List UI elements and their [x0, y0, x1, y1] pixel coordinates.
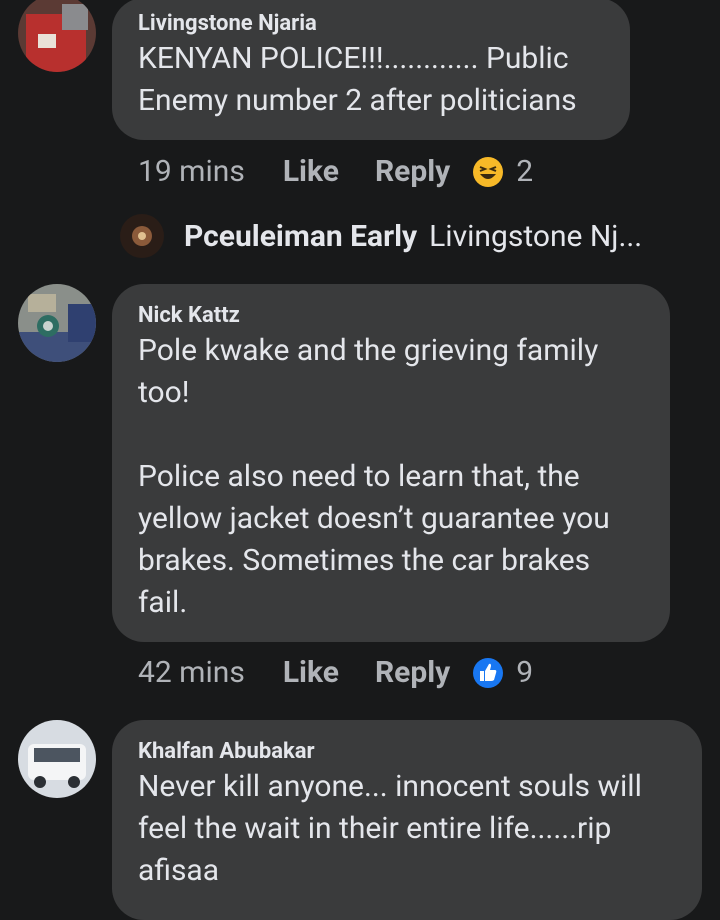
- avatar[interactable]: [18, 0, 96, 72]
- laughing-emoji-icon[interactable]: [472, 156, 504, 188]
- avatar[interactable]: [18, 284, 96, 362]
- reply-preview[interactable]: Pceuleiman Early Livingstone Nj...: [120, 214, 642, 258]
- like-button[interactable]: Like: [283, 655, 339, 690]
- comment-text: Pole kwake and the grieving family too! …: [138, 333, 610, 620]
- comment-author[interactable]: Khalfan Abubakar: [138, 738, 676, 766]
- reaction-count[interactable]: 2: [516, 154, 533, 189]
- comment-timestamp[interactable]: 42 mins: [138, 655, 245, 690]
- avatar[interactable]: [18, 720, 96, 798]
- comment-actions: 19 mins Like Reply 2: [138, 154, 533, 189]
- comment-bubble: Livingstone Njaria KENYAN POLICE!!!.....…: [112, 0, 630, 140]
- reply-author[interactable]: Pceuleiman Early: [184, 219, 417, 254]
- reaction-count[interactable]: 9: [516, 655, 533, 690]
- thumbs-up-icon[interactable]: [472, 657, 504, 689]
- comment-author[interactable]: Nick Kattz: [138, 302, 644, 330]
- comment-text: KENYAN POLICE!!!............ Public Enem…: [138, 41, 577, 118]
- comment-actions: 42 mins Like Reply 9: [138, 655, 533, 690]
- comment-text: Never kill anyone... innocent souls will…: [138, 769, 642, 888]
- reply-avatar: [120, 214, 164, 258]
- reply-button[interactable]: Reply: [375, 154, 450, 189]
- like-button[interactable]: Like: [283, 154, 339, 189]
- comment-author[interactable]: Livingstone Njaria: [138, 10, 604, 38]
- comment-bubble: Nick Kattz Pole kwake and the grieving f…: [112, 284, 670, 642]
- reply-text: Livingstone Nj...: [429, 218, 643, 254]
- comment-timestamp[interactable]: 19 mins: [138, 154, 245, 189]
- comment-bubble: Khalfan Abubakar Never kill anyone... in…: [112, 720, 702, 920]
- reply-button[interactable]: Reply: [375, 655, 450, 690]
